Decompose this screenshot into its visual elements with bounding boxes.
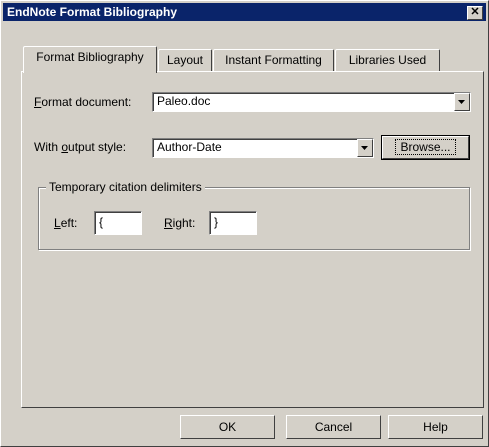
title-bar[interactable]: EndNote Format Bibliography ✕ xyxy=(3,3,486,21)
tab-layout[interactable]: Layout xyxy=(158,49,212,71)
tab-label: Format Bibliography xyxy=(36,50,144,64)
close-button[interactable]: ✕ xyxy=(467,6,483,20)
dialog-window: EndNote Format Bibliography ✕ Format Bib… xyxy=(0,0,489,447)
cancel-button[interactable]: Cancel xyxy=(286,415,381,439)
output-style-value: Author-Date xyxy=(157,140,222,154)
output-style-label: With output style: xyxy=(34,140,127,154)
format-document-value: Paleo.doc xyxy=(157,94,211,108)
tab-label: Instant Formatting xyxy=(225,53,322,67)
delimiters-group-label: Temporary citation delimiters xyxy=(46,180,205,194)
ok-button[interactable]: OK xyxy=(180,415,275,439)
chevron-down-icon xyxy=(458,100,465,104)
format-document-label: Format document: xyxy=(34,95,132,109)
left-delimiter-label: Left: xyxy=(54,216,78,230)
cancel-label: Cancel xyxy=(314,420,353,434)
format-document-dropdown-button[interactable] xyxy=(454,93,470,111)
tab-label: Libraries Used xyxy=(348,53,427,67)
tab-instant-formatting[interactable]: Instant Formatting xyxy=(213,49,334,71)
ok-label: OK xyxy=(218,420,237,434)
left-delimiter-value: { xyxy=(99,215,104,229)
chevron-down-icon xyxy=(361,146,368,150)
left-delimiter-input[interactable]: { xyxy=(94,211,142,235)
close-icon: ✕ xyxy=(470,6,480,18)
tab-label: Layout xyxy=(166,53,204,67)
output-style-select[interactable]: Author-Date xyxy=(152,138,374,158)
browse-button[interactable]: Browse... xyxy=(382,136,469,159)
right-delimiter-input[interactable]: } xyxy=(209,211,257,235)
right-delimiter-value: } xyxy=(214,215,219,229)
help-label: Help xyxy=(423,420,448,434)
right-delimiter-label: Right: xyxy=(164,216,196,230)
output-style-dropdown-button[interactable] xyxy=(357,139,373,157)
help-button[interactable]: Help xyxy=(388,415,483,439)
window-title: EndNote Format Bibliography xyxy=(7,5,178,19)
format-document-select[interactable]: Paleo.doc xyxy=(152,92,471,112)
tab-format-bibliography[interactable]: Format Bibliography xyxy=(23,46,157,73)
browse-label: Browse... xyxy=(395,139,456,155)
tab-libraries-used[interactable]: Libraries Used xyxy=(335,49,440,71)
